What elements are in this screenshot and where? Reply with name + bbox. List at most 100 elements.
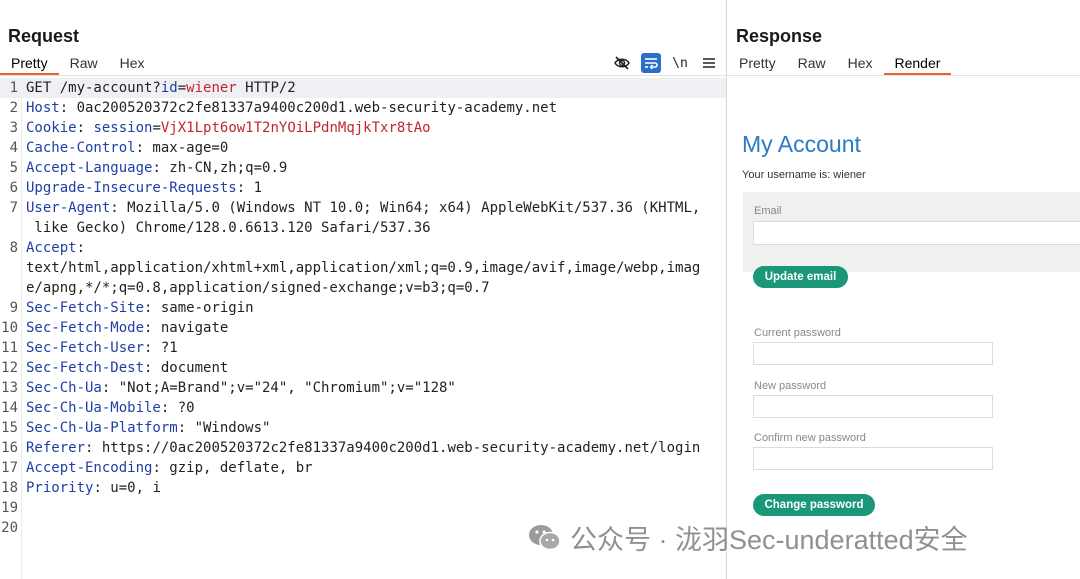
line-number: 2 xyxy=(9,100,18,116)
newline-icon[interactable]: \n xyxy=(670,53,690,73)
line-text: text/html,application/xhtml+xml,applicat… xyxy=(26,258,700,278)
header-key: id xyxy=(160,80,178,96)
menu-icon[interactable] xyxy=(699,53,719,73)
line-number: 4 xyxy=(9,140,18,156)
code-line[interactable]: 13 Sec-Ch-Ua: "Not;A=Brand";v="24", "Chro… xyxy=(0,378,726,398)
plain-text: : gzip, deflate, br xyxy=(152,460,313,476)
line-number: 1 xyxy=(9,80,18,96)
header-key: Sec-Ch-Ua xyxy=(26,380,102,396)
plain-text: : ?0 xyxy=(160,400,195,416)
plain-text: = xyxy=(177,80,187,96)
code-line[interactable]: 6 Upgrade-Insecure-Requests: 1 xyxy=(0,178,726,198)
request-tab-raw[interactable]: Raw xyxy=(59,54,109,76)
param-value: VjX1Lpt6ow1T2nYOiLPdnMqjkTxr8tAo xyxy=(160,120,431,136)
plain-text: = xyxy=(152,120,161,136)
request-pane: Request Pretty Raw Hex \n 1 GET /my-account… xyxy=(0,0,726,579)
confirm-password-field[interactable] xyxy=(753,447,993,470)
wrap-icon[interactable] xyxy=(641,53,661,73)
code-line[interactable]: like Gecko) Chrome/128.0.6613.120 Safari… xyxy=(0,218,726,238)
email-label: Email xyxy=(754,205,782,217)
username-text: Your username is: wiener xyxy=(742,169,866,181)
confirm-password-label: Confirm new password xyxy=(754,432,866,444)
email-form: Email xyxy=(743,192,1080,272)
code-line[interactable]: 8 Accept: xyxy=(0,238,726,258)
line-text: GET /my-account?id=wiener HTTP/2 xyxy=(26,78,296,98)
header-key: Cookie xyxy=(26,120,77,136)
code-line[interactable]: 15 Sec-Ch-Ua-Platform: "Windows" xyxy=(0,418,726,438)
line-number: 9 xyxy=(9,300,18,316)
code-line[interactable]: e/apng,*/*;q=0.8,application/signed-exch… xyxy=(0,278,726,298)
code-line[interactable]: 16 Referer: https://0ac200520372c2fe81337… xyxy=(0,438,726,458)
plain-text: : zh-CN,zh;q=0.9 xyxy=(152,160,288,176)
request-tab-pretty[interactable]: Pretty xyxy=(0,54,59,76)
header-key: Cache-Control xyxy=(26,140,136,156)
change-password-button[interactable]: Change password xyxy=(753,494,875,516)
code-line[interactable]: 10 Sec-Fetch-Mode: navigate xyxy=(0,318,726,338)
email-field[interactable] xyxy=(753,221,1080,245)
request-tab-hex[interactable]: Hex xyxy=(109,54,156,76)
header-key: session xyxy=(93,120,153,136)
code-line[interactable]: 3 Cookie: session=VjX1Lpt6ow1T2nYOiLPdnMq… xyxy=(0,118,726,138)
header-key: Upgrade-Insecure-Requests xyxy=(26,180,237,196)
plain-text: : "Not;A=Brand";v="24", "Chromium";v="12… xyxy=(101,380,456,396)
code-line[interactable]: 4 Cache-Control: max-age=0 xyxy=(0,138,726,158)
header-key: Sec-Fetch-Mode xyxy=(26,320,145,336)
line-text: e/apng,*/*;q=0.8,application/signed-exch… xyxy=(26,278,490,298)
plain-text: like Gecko) Chrome/128.0.6613.120 Safari… xyxy=(26,220,431,236)
request-editor[interactable]: 1 GET /my-account?id=wiener HTTP/2 2 Host: … xyxy=(0,78,726,538)
response-tab-raw[interactable]: Raw xyxy=(787,54,837,76)
response-tab-render[interactable]: Render xyxy=(883,54,952,76)
code-line[interactable]: 17 Accept-Encoding: gzip, deflate, br xyxy=(0,458,726,478)
line-text: Sec-Fetch-Site: same-origin xyxy=(26,298,254,318)
plain-text: : document xyxy=(144,360,229,376)
code-line[interactable]: 9 Sec-Fetch-Site: same-origin xyxy=(0,298,726,318)
current-password-label: Current password xyxy=(754,327,841,339)
response-tab-hex[interactable]: Hex xyxy=(837,54,884,76)
rendered-page: My Account Your username is: wiener Emai… xyxy=(727,76,1080,579)
header-key: Sec-Fetch-Site xyxy=(26,300,145,316)
update-email-button[interactable]: Update email xyxy=(753,266,848,288)
watermark-text: 公众号 · 泷羽Sec-underatted安全 xyxy=(570,525,968,555)
line-text: Referer: https://0ac200520372c2fe81337a9… xyxy=(26,438,700,458)
page-title: My Account xyxy=(742,131,861,157)
line-number: 10 xyxy=(1,320,18,336)
line-text: Sec-Ch-Ua-Mobile: ?0 xyxy=(26,398,195,418)
response-title: Response xyxy=(736,26,823,46)
line-text: Sec-Ch-Ua-Platform: "Windows" xyxy=(26,418,270,438)
plain-text: : ?1 xyxy=(144,340,178,356)
plain-text: : navigate xyxy=(144,320,229,336)
plain-text: : 0ac200520372c2fe81337a9400c200d1.web-s… xyxy=(59,100,558,116)
current-password-field[interactable] xyxy=(753,342,993,365)
line-text: Accept-Encoding: gzip, deflate, br xyxy=(26,458,313,478)
line-text: Sec-Fetch-Dest: document xyxy=(26,358,228,378)
header-key: Accept-Language xyxy=(26,160,153,176)
code-line[interactable]: 11 Sec-Fetch-User: ?1 xyxy=(0,338,726,358)
header-key: Sec-Ch-Ua-Mobile xyxy=(26,400,161,416)
code-line[interactable]: 18 Priority: u=0, i xyxy=(0,478,726,498)
line-text: User-Agent: Mozilla/5.0 (Windows NT 10.0… xyxy=(26,198,700,218)
wechat-icon xyxy=(528,523,562,553)
request-toolbar: \n xyxy=(612,53,719,73)
line-number: 20 xyxy=(1,520,18,536)
code-line[interactable]: 1 GET /my-account?id=wiener HTTP/2 xyxy=(0,78,726,98)
code-line[interactable]: 5 Accept-Language: zh-CN,zh;q=0.9 xyxy=(0,158,726,178)
code-line[interactable]: 14 Sec-Ch-Ua-Mobile: ?0 xyxy=(0,398,726,418)
plain-text: GET /my-account? xyxy=(26,80,161,96)
eye-off-icon[interactable] xyxy=(612,53,632,73)
plain-text: : "Windows" xyxy=(177,420,271,436)
plain-text: : xyxy=(76,120,94,136)
line-number: 17 xyxy=(1,460,18,476)
line-number: 8 xyxy=(9,240,18,256)
code-line[interactable]: 7 User-Agent: Mozilla/5.0 (Windows NT 10.… xyxy=(0,198,726,218)
line-number: 11 xyxy=(1,340,18,356)
plain-text: : max-age=0 xyxy=(135,140,229,156)
header-key: Sec-Fetch-Dest xyxy=(26,360,145,376)
code-line[interactable]: 19 xyxy=(0,498,726,518)
code-line[interactable]: 12 Sec-Fetch-Dest: document xyxy=(0,358,726,378)
request-tabs: Pretty Raw Hex xyxy=(0,54,156,76)
code-line[interactable]: 2 Host: 0ac200520372c2fe81337a9400c200d1.… xyxy=(0,98,726,118)
code-line[interactable]: text/html,application/xhtml+xml,applicat… xyxy=(0,258,726,278)
new-password-field[interactable] xyxy=(753,395,993,418)
response-tab-pretty[interactable]: Pretty xyxy=(728,54,787,76)
line-text: Accept-Language: zh-CN,zh;q=0.9 xyxy=(26,158,287,178)
